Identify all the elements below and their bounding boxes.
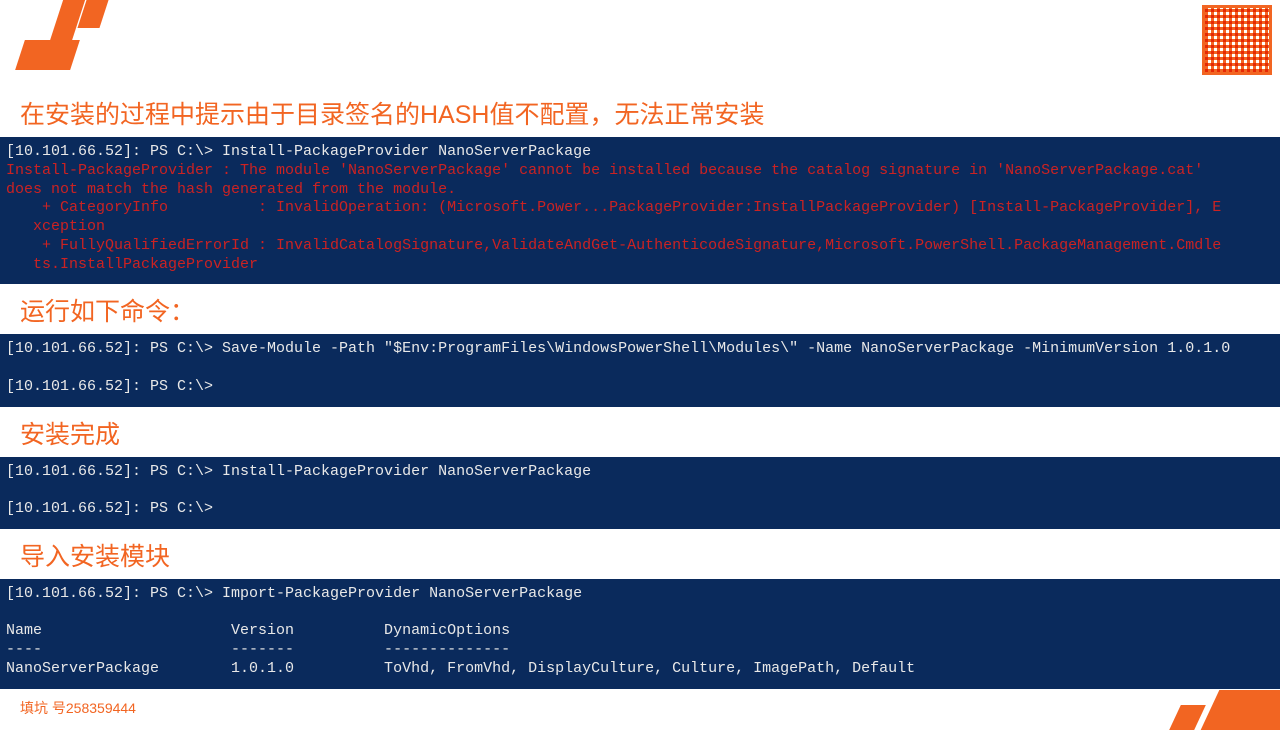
term4-l4: ---- ------- --------------: [6, 641, 510, 658]
term3-l3: [10.101.66.52]: PS C:\>: [6, 500, 213, 517]
terminal-block-2: [10.101.66.52]: PS C:\> Save-Module -Pat…: [0, 334, 1280, 406]
footer-deco-icon: [1140, 680, 1280, 730]
heading-4: 导入安装模块: [0, 529, 1280, 579]
term1-cmd: [10.101.66.52]: PS C:\> Install-PackageP…: [6, 143, 591, 160]
qr-code-icon: [1202, 5, 1272, 75]
term4-l3: Name Version DynamicOptions: [6, 622, 510, 639]
term1-err4: xception: [6, 218, 105, 235]
terminal-block-3: [10.101.66.52]: PS C:\> Install-PackageP…: [0, 457, 1280, 529]
term2-l1: [10.101.66.52]: PS C:\> Save-Module -Pat…: [6, 340, 1230, 357]
term1-err6: ts.InstallPackageProvider: [6, 256, 258, 273]
heading-3: 安装完成: [0, 407, 1280, 457]
terminal-block-4: [10.101.66.52]: PS C:\> Import-PackagePr…: [0, 579, 1280, 689]
logo-icon: [20, 0, 100, 75]
heading-1: 在安装的过程中提示由于目录签名的HASH值不配置，无法正常安装: [0, 0, 1280, 137]
term1-err2: does not match the hash generated from t…: [6, 181, 456, 198]
term4-l1: [10.101.66.52]: PS C:\> Import-PackagePr…: [6, 585, 582, 602]
term3-l1: [10.101.66.52]: PS C:\> Install-PackageP…: [6, 463, 591, 480]
term4-l5: NanoServerPackage 1.0.1.0 ToVhd, FromVhd…: [6, 660, 915, 677]
term2-l3: [10.101.66.52]: PS C:\>: [6, 378, 213, 395]
terminal-block-1: [10.101.66.52]: PS C:\> Install-PackageP…: [0, 137, 1280, 284]
heading-2: 运行如下命令：: [0, 284, 1280, 334]
term1-err5: + FullyQualifiedErrorId : InvalidCatalog…: [6, 237, 1221, 254]
term1-err1: Install-PackageProvider : The module 'Na…: [6, 162, 1203, 179]
term1-err3: + CategoryInfo : InvalidOperation: (Micr…: [6, 199, 1221, 216]
footer-text: 填坑 号258359444: [20, 698, 136, 718]
